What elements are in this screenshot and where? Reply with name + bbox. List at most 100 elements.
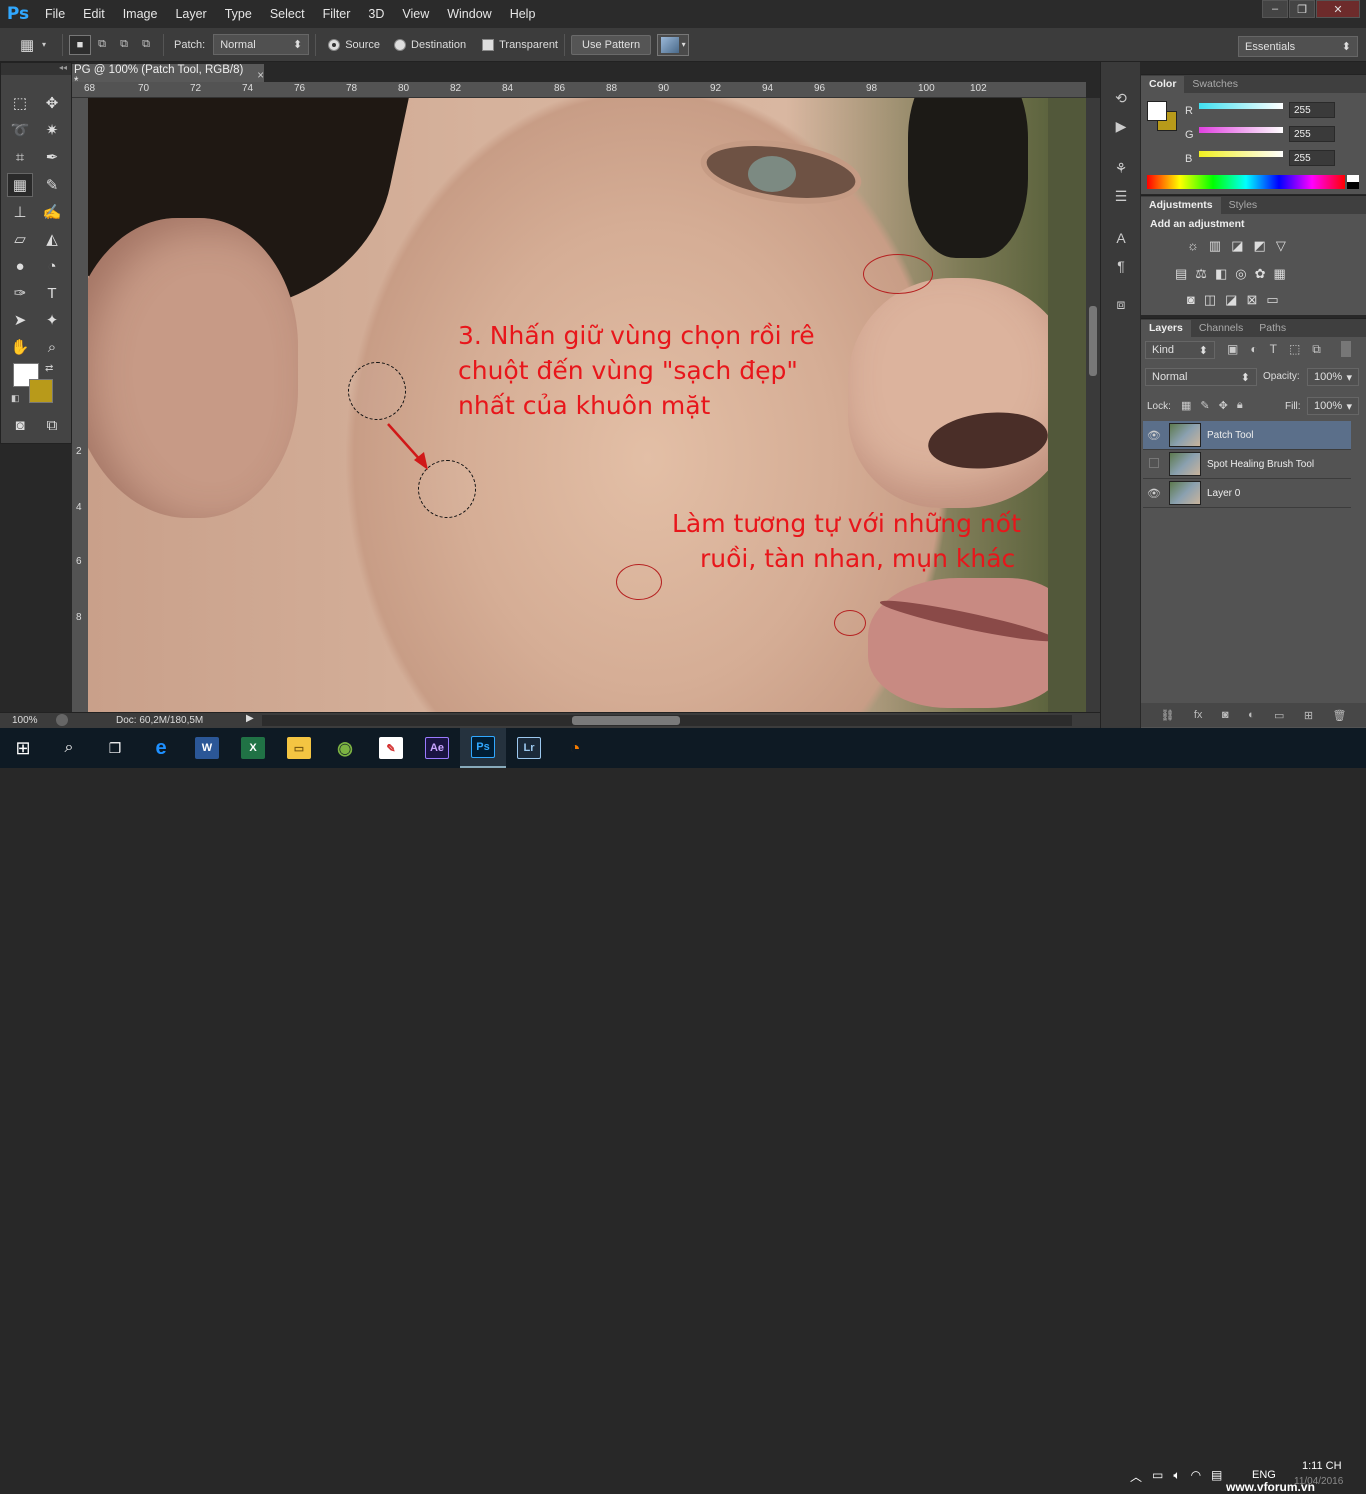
tab-paths[interactable]: Paths [1251, 320, 1294, 337]
tab-swatches[interactable]: Swatches [1184, 76, 1246, 93]
chevron-up-icon[interactable]: ︿ [1130, 1468, 1142, 1485]
menu-file[interactable]: File [36, 0, 74, 28]
shape-tool-icon[interactable]: ✦ [39, 308, 65, 332]
filter-toggle[interactable] [1341, 341, 1351, 357]
layer-row[interactable]: Spot Healing Brush Tool [1143, 450, 1351, 479]
tab-styles[interactable]: Styles [1221, 197, 1266, 214]
filter-adjustment-icon[interactable]: ◐ [1250, 342, 1257, 357]
battery-icon[interactable]: ▭ [1152, 1468, 1163, 1485]
lock-transparent-icon[interactable]: ▦ [1181, 399, 1191, 412]
channel-g-value[interactable] [1289, 126, 1335, 142]
taskbar-app-active[interactable]: Ps [460, 728, 506, 768]
status-menu-arrow-icon[interactable]: ▶ [246, 713, 254, 724]
task-view-button[interactable]: ❐ [92, 728, 138, 768]
blur-tool-icon[interactable]: ● [7, 254, 33, 278]
pattern-picker[interactable]: ▾ [657, 33, 690, 56]
menu-window[interactable]: Window [438, 0, 500, 28]
taskbar-app[interactable]: W [184, 728, 230, 768]
channel-mixer-icon[interactable]: ✿ [1255, 266, 1266, 282]
new-selection-icon[interactable]: ■ [69, 34, 91, 55]
channel-r-value[interactable] [1289, 102, 1335, 118]
eye-icon[interactable]: 👁︎ [1143, 429, 1165, 442]
gradient-map-icon[interactable]: ▭ [1266, 292, 1278, 308]
menu-3d[interactable]: 3D [359, 0, 393, 28]
default-colors-icon[interactable]: ◧ [11, 393, 20, 404]
crop-tool-icon[interactable]: ⌗ [7, 145, 33, 169]
delete-layer-icon[interactable]: 🗑︎ [1333, 709, 1347, 722]
color-spectrum-bar[interactable] [1147, 175, 1345, 189]
hidden-visibility-icon[interactable] [1143, 457, 1165, 471]
brush-presets-icon[interactable]: ⚘ [1111, 158, 1131, 178]
eyedropper-icon[interactable]: ✒ [39, 145, 65, 169]
tab-channels[interactable]: Channels [1191, 320, 1251, 337]
destination-radio[interactable]: Destination [394, 38, 466, 51]
menu-layer[interactable]: Layer [166, 0, 215, 28]
vertical-scrollbar[interactable] [1086, 98, 1100, 712]
character-icon[interactable]: A [1111, 228, 1131, 248]
threshold-icon[interactable]: ◪ [1225, 292, 1237, 308]
3d-icon[interactable]: ⧈ [1111, 294, 1131, 314]
eye-icon[interactable]: 👁︎ [1143, 487, 1165, 500]
new-layer-icon[interactable]: ⊞ [1304, 709, 1313, 722]
search-button[interactable]: ⌕ [46, 728, 92, 768]
taskbar-app[interactable]: X [230, 728, 276, 768]
history-icon[interactable]: ⟲ [1111, 88, 1131, 108]
intersect-selection-icon[interactable]: ⧉ [135, 38, 157, 51]
lock-all-icon[interactable]: 🔒︎ [1237, 399, 1243, 412]
tool-preset-arrow-icon[interactable]: ▾ [42, 40, 56, 49]
quick-mask-icon[interactable]: ◙ [7, 413, 33, 437]
layer-filter-select[interactable]: Kind ⬍ [1145, 341, 1215, 359]
start-button[interactable]: ⊞ [0, 728, 46, 768]
marquee-tool-icon[interactable]: ⬚ [7, 91, 33, 115]
menu-view[interactable]: View [393, 0, 438, 28]
swap-colors-icon[interactable]: ⇄ [45, 363, 53, 374]
menu-select[interactable]: Select [261, 0, 314, 28]
new-adjustment-icon[interactable]: ◐ [1248, 709, 1255, 721]
black-white-icon[interactable]: ◧ [1215, 266, 1227, 282]
close-tab-icon[interactable]: × [257, 70, 264, 82]
hue-saturation-icon[interactable]: ▤ [1175, 266, 1187, 282]
history-brush-icon[interactable]: ✍ [39, 200, 65, 224]
taskbar-app[interactable]: ▭ [276, 728, 322, 768]
background-color-swatch[interactable] [29, 379, 53, 403]
channel-b-value[interactable] [1289, 150, 1335, 166]
menu-filter[interactable]: Filter [314, 0, 360, 28]
image-canvas[interactable]: 3. Nhấn giữ vùng chọn rồi rê chuột đến v… [88, 98, 1086, 712]
menu-help[interactable]: Help [501, 0, 545, 28]
photo-filter-icon[interactable]: ◎ [1235, 266, 1246, 282]
stamp-tool-icon[interactable]: ⊥ [7, 200, 33, 224]
patch-tool-icon[interactable]: ▦ [7, 173, 33, 197]
restore-button[interactable]: ❐ [1289, 0, 1315, 18]
brightness-icon[interactable]: ☼ [1187, 238, 1199, 254]
add-selection-icon[interactable]: ⧉ [91, 38, 113, 51]
vibrance-icon[interactable]: ▽ [1276, 238, 1286, 254]
actions-play-icon[interactable]: ▶ [1111, 116, 1131, 136]
screen-mode-icon[interactable]: ⧉ [39, 413, 65, 437]
channel-b-slider[interactable] [1199, 151, 1283, 157]
properties-icon[interactable]: ☰ [1111, 186, 1131, 206]
zoom-tool-icon[interactable]: ⌕ [39, 335, 65, 359]
foreground-color-swatch[interactable] [1147, 101, 1167, 121]
selective-color-icon[interactable]: ⊠ [1246, 292, 1257, 308]
layer-row[interactable]: 👁︎ Layer 0 [1143, 479, 1351, 508]
fill-field[interactable]: 100% ▾ [1307, 397, 1359, 415]
patch-selection-source[interactable] [348, 362, 406, 420]
taskbar-app[interactable]: ✎ [368, 728, 414, 768]
paint-bucket-icon[interactable]: ◭ [39, 227, 65, 251]
taskbar-app[interactable]: ◔ [552, 728, 598, 768]
use-pattern-button[interactable]: Use Pattern [571, 34, 652, 55]
filter-smart-icon[interactable]: ⧉ [1312, 342, 1321, 357]
menu-image[interactable]: Image [114, 0, 167, 28]
blend-mode-select[interactable]: Normal ⬍ [1145, 368, 1257, 386]
dodge-tool-icon[interactable]: ◔ [39, 254, 65, 278]
menu-type[interactable]: Type [216, 0, 261, 28]
posterize-icon[interactable]: ◫ [1204, 292, 1216, 308]
volume-icon[interactable]: 🔈︎ [1173, 1468, 1180, 1485]
taskbar-app[interactable]: Lr [506, 728, 552, 768]
fx-icon[interactable]: fx [1194, 709, 1203, 721]
curves-icon[interactable]: ◪ [1231, 238, 1243, 254]
hand-tool-icon[interactable]: ✋ [7, 335, 33, 359]
invert-icon[interactable]: ◙ [1187, 292, 1195, 308]
doc-info-icon[interactable] [56, 714, 68, 726]
scrollbar-thumb[interactable] [572, 716, 680, 725]
